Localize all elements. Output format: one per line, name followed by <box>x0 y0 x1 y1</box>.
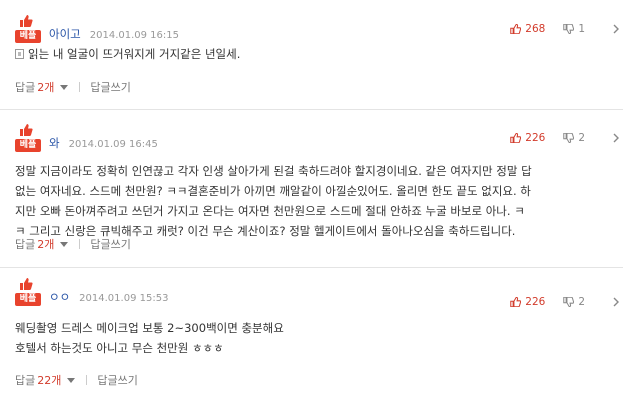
comment-body: 웨딩촬영 드레스 메이크업 보통 2~300백이면 충분해요 호텔서 하는것도 … <box>15 318 583 358</box>
thumbs-up-icon <box>20 15 33 27</box>
best-badge: 베플 <box>15 15 41 43</box>
best-badge: 베플 <box>15 124 41 152</box>
divider <box>79 239 81 249</box>
downvote-count: 1 <box>578 23 585 35</box>
comment-item: 베플 와 2014.01.09 16:45 226 2 정말 지금이라도 정확히… <box>0 110 623 268</box>
reply-count: 2개 <box>37 81 55 94</box>
thumbs-up-icon <box>20 124 33 136</box>
thumbs-up-icon <box>510 297 522 307</box>
reply-label: 답글 <box>15 81 36 94</box>
comment-header: 베플 아이고 2014.01.09 16:15 <box>15 15 180 43</box>
reply-label: 답글 <box>15 374 36 387</box>
chevron-right-icon <box>613 297 619 307</box>
more-button[interactable] <box>609 296 623 308</box>
thumbs-up-icon <box>510 133 522 143</box>
more-button[interactable] <box>609 132 623 144</box>
divider <box>86 375 88 385</box>
write-reply-link[interactable]: 답글쓰기 <box>97 372 137 388</box>
reply-toggle[interactable]: 답글 22개 <box>15 372 76 388</box>
comment-date: 2014.01.09 15:53 <box>79 293 169 304</box>
upvote-count: 226 <box>525 296 546 308</box>
comment-date: 2014.01.09 16:45 <box>68 139 158 150</box>
more-button[interactable] <box>609 23 623 35</box>
comment-text: 읽는 내 얼굴이 뜨거워지게 거지같은 년일세. <box>28 47 241 61</box>
caret-down-icon <box>60 84 69 90</box>
downvote-count: 2 <box>578 296 585 308</box>
comment-date: 2014.01.09 16:15 <box>89 30 180 41</box>
comment-author[interactable]: 아이고 <box>49 26 81 42</box>
comment-header: 베플 ㅇㅇ 2014.01.09 15:53 <box>15 278 169 306</box>
caret-down-icon <box>67 377 76 383</box>
downvote-button[interactable]: 2 <box>563 296 585 308</box>
comment-body: 정말 지금이라도 정확히 인연끊고 각자 인생 살아가게 된걸 축하드려야 할지… <box>15 161 583 241</box>
vote-bar: 226 2 <box>510 132 623 144</box>
reply-toggle[interactable]: 답글 2개 <box>15 79 69 95</box>
downvote-button[interactable]: 2 <box>563 132 585 144</box>
chevron-right-icon <box>613 133 619 143</box>
upvote-count: 268 <box>525 23 546 35</box>
best-badge-label: 베플 <box>15 139 41 152</box>
thumbs-down-icon <box>563 133 575 143</box>
divider <box>79 82 81 92</box>
comment-item: 베플 아이고 2014.01.09 16:15 268 1 읽는 내 얼굴이 뜨… <box>0 0 623 110</box>
comment-author[interactable]: ㅇㅇ <box>49 289 70 305</box>
reply-toggle[interactable]: 답글 2개 <box>15 236 69 252</box>
mobile-icon <box>15 49 24 59</box>
vote-bar: 268 1 <box>510 23 623 35</box>
thumbs-up-icon <box>510 24 522 34</box>
comment-line: 정말 지금이라도 정확히 인연끊고 각자 인생 살아가게 된걸 축하드려야 할지… <box>15 164 532 178</box>
best-badge: 베플 <box>15 278 41 306</box>
reply-label: 답글 <box>15 238 36 251</box>
comment-line: 호텔서 하는것도 아니고 무슨 천만원 ㅎㅎㅎ <box>15 341 224 355</box>
comment-line: 읽는 내 얼굴이 뜨거워지게 거지같은 년일세. <box>15 44 583 64</box>
upvote-count: 226 <box>525 132 546 144</box>
thumbs-down-icon <box>563 24 575 34</box>
comment-author[interactable]: 와 <box>49 135 60 151</box>
comment-footer: 답글 22개 답글쓰기 <box>15 372 138 388</box>
thumbs-down-icon <box>563 297 575 307</box>
downvote-count: 2 <box>578 132 585 144</box>
upvote-button[interactable]: 268 <box>510 23 545 35</box>
comment-line: 없는 여자네요. 스드메 천만원? ㅋㅋ결혼준비가 아끼면 깨알같이 아낄순있어… <box>15 184 531 198</box>
comment-body: 읽는 내 얼굴이 뜨거워지게 거지같은 년일세. <box>15 44 583 64</box>
chevron-right-icon <box>613 24 619 34</box>
best-badge-label: 베플 <box>15 293 41 306</box>
write-reply-link[interactable]: 답글쓰기 <box>90 79 130 95</box>
downvote-button[interactable]: 1 <box>563 23 585 35</box>
thumbs-up-icon <box>20 278 33 290</box>
comment-footer: 답글 2개 답글쓰기 <box>15 236 131 252</box>
reply-count: 2개 <box>37 238 55 251</box>
upvote-button[interactable]: 226 <box>510 296 545 308</box>
comment-footer: 답글 2개 답글쓰기 <box>15 79 131 95</box>
upvote-button[interactable]: 226 <box>510 132 545 144</box>
write-reply-link[interactable]: 답글쓰기 <box>90 236 130 252</box>
comment-line: 지만 오빠 돈아껴주려고 쓰던거 가지고 온다는 여자면 천만원으로 스드메 절… <box>15 204 525 218</box>
comment-line: 웨딩촬영 드레스 메이크업 보통 2~300백이면 충분해요 <box>15 321 284 335</box>
reply-count: 22개 <box>37 374 62 387</box>
comment-item: 베플 ㅇㅇ 2014.01.09 15:53 226 2 웨딩촬영 드레스 메이… <box>0 268 623 407</box>
best-badge-label: 베플 <box>15 30 41 43</box>
comment-header: 베플 와 2014.01.09 16:45 <box>15 124 158 152</box>
vote-bar: 226 2 <box>510 296 623 308</box>
caret-down-icon <box>60 241 69 247</box>
